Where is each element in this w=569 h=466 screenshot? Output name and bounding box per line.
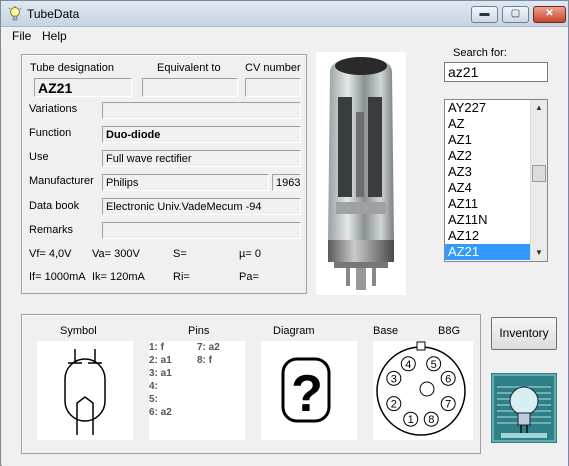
equivalent-field[interactable] [142, 78, 238, 97]
use-field[interactable]: Full wave rectifier [102, 150, 301, 167]
tube-designation-label: Tube designation [30, 62, 114, 74]
pins-panel: 1: f 2: a1 3: a1 4: 5: 6: a2 7: a2 8: f [149, 341, 245, 440]
client-area: Tube designation Equivalent to CV number… [2, 47, 568, 466]
base-pin-label: 3 [391, 373, 397, 385]
menu-file[interactable]: File [12, 29, 31, 43]
title-bar[interactable]: TubeData ▬ ▢ ✕ [1, 1, 568, 27]
base-pin-label: 6 [445, 373, 451, 385]
pin-entry: 1: f [149, 342, 164, 353]
pin-entry: 6: a2 [149, 407, 172, 418]
scroll-down-icon[interactable]: ▼ [531, 245, 547, 261]
vf-value: Vf= 4,0V [29, 248, 72, 260]
year-field[interactable]: 1963 [272, 174, 301, 191]
list-scrollbar[interactable]: ▲ ▼ [530, 100, 547, 261]
base-pin-label: 4 [405, 359, 411, 371]
diagram-panel: ? [261, 341, 357, 440]
tube-listbox[interactable]: AY227 AZ AZ1 AZ2 AZ3 AZ4 AZ11 AZ11N AZ12… [444, 99, 548, 262]
diode-symbol-icon [64, 349, 106, 435]
tube-details-group: Tube designation Equivalent to CV number… [21, 54, 307, 294]
pin-entry: 2: a1 [149, 355, 172, 366]
tube-designation-field[interactable]: AZ21 [34, 78, 132, 97]
cv-number-field[interactable] [245, 78, 301, 97]
base-pin-label: 2 [391, 399, 397, 411]
manufacturer-label: Manufacturer [29, 175, 94, 187]
window-title: TubeData [27, 7, 80, 21]
lightbulb-icon [8, 6, 22, 21]
s-value: S= [173, 248, 187, 260]
base-pinout-icon: 12 34 56 78 [376, 341, 466, 436]
close-button[interactable]: ✕ [533, 6, 566, 23]
pin-entry: 4: [149, 381, 158, 392]
pa-value: Pa= [239, 271, 259, 283]
inventory-button[interactable]: Inventory [491, 317, 557, 350]
pin-entry: 8: f [197, 355, 212, 366]
mu-value: µ= 0 [239, 248, 261, 260]
symbol-label: Symbol [60, 325, 97, 337]
pin-entry: 7: a2 [197, 342, 220, 353]
remarks-label: Remarks [29, 224, 74, 236]
base-pin-label: 5 [431, 359, 437, 371]
va-value: Va= 300V [92, 248, 140, 260]
ik-value: Ik= 120mA [92, 271, 145, 283]
equivalent-label: Equivalent to [157, 62, 221, 74]
scroll-thumb[interactable] [532, 165, 546, 182]
function-field[interactable]: Duo-diode [102, 126, 301, 143]
tube-photo [316, 52, 406, 295]
remarks-field[interactable] [102, 222, 301, 239]
minimize-icon: ▬ [479, 8, 490, 19]
pins-label: Pins [188, 325, 210, 337]
search-input[interactable] [444, 62, 548, 82]
base-label: Base [373, 325, 399, 337]
cv-number-label: CV number [245, 62, 301, 74]
symbol-panel [37, 341, 133, 440]
variations-label: Variations [29, 103, 78, 115]
inventory-label: Inventory [499, 326, 549, 340]
variations-field[interactable] [102, 102, 301, 119]
pin-entry: 3: a1 [149, 368, 172, 379]
ri-value: Ri= [173, 271, 190, 283]
pins-column-2: 7: a2 8: f [197, 341, 220, 367]
diagram-label: Diagram [273, 325, 315, 337]
pins-column-1: 1: f 2: a1 3: a1 4: 5: 6: a2 [149, 341, 172, 419]
menu-bar: File Help [1, 27, 568, 47]
menu-help[interactable]: Help [42, 29, 67, 43]
base-pin-label: 7 [445, 399, 451, 411]
use-label: Use [29, 151, 49, 163]
base-panel: 12 34 56 78 [373, 341, 473, 440]
base-type-label: B8G [438, 325, 461, 337]
search-label: Search for: [453, 47, 507, 59]
tube-graphics-group: Symbol Pins Diagram Base B8G 1: f 2: a1 … [21, 314, 481, 454]
diagram-question-glyph: ? [291, 365, 323, 423]
base-pin-label: 8 [428, 414, 434, 426]
pin-entry: 5: [149, 394, 158, 405]
databook-field[interactable]: Electronic Univ.VadeMecum -94 [102, 198, 301, 215]
manufacturer-field[interactable]: Philips [102, 174, 269, 191]
maximize-button[interactable]: ▢ [502, 6, 529, 23]
if-value: If= 1000mA [29, 271, 86, 283]
maximize-icon: ▢ [510, 8, 521, 19]
databook-label: Data book [29, 200, 80, 212]
app-window: TubeData ▬ ▢ ✕ File Help Tube designatio… [0, 0, 569, 466]
diagram-placeholder-icon: ? [281, 357, 331, 423]
minimize-button[interactable]: ▬ [471, 6, 498, 23]
base-pin-label: 1 [408, 414, 414, 426]
inventory-logo-icon [491, 373, 557, 443]
function-label: Function [29, 127, 72, 139]
close-icon: ✕ [545, 8, 554, 19]
scroll-up-icon[interactable]: ▲ [531, 100, 547, 116]
